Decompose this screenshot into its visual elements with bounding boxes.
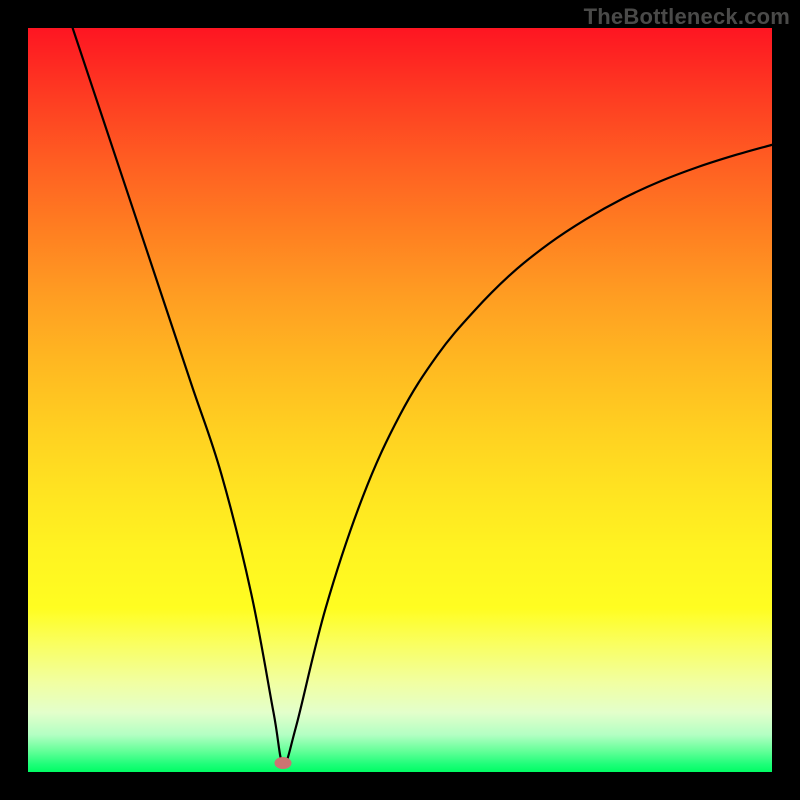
watermark-text: TheBottleneck.com: [584, 4, 790, 30]
plot-area: [28, 28, 772, 772]
minimum-marker: [275, 757, 292, 769]
curve-path: [73, 28, 772, 763]
bottleneck-curve: [28, 28, 772, 772]
chart-frame: TheBottleneck.com: [0, 0, 800, 800]
